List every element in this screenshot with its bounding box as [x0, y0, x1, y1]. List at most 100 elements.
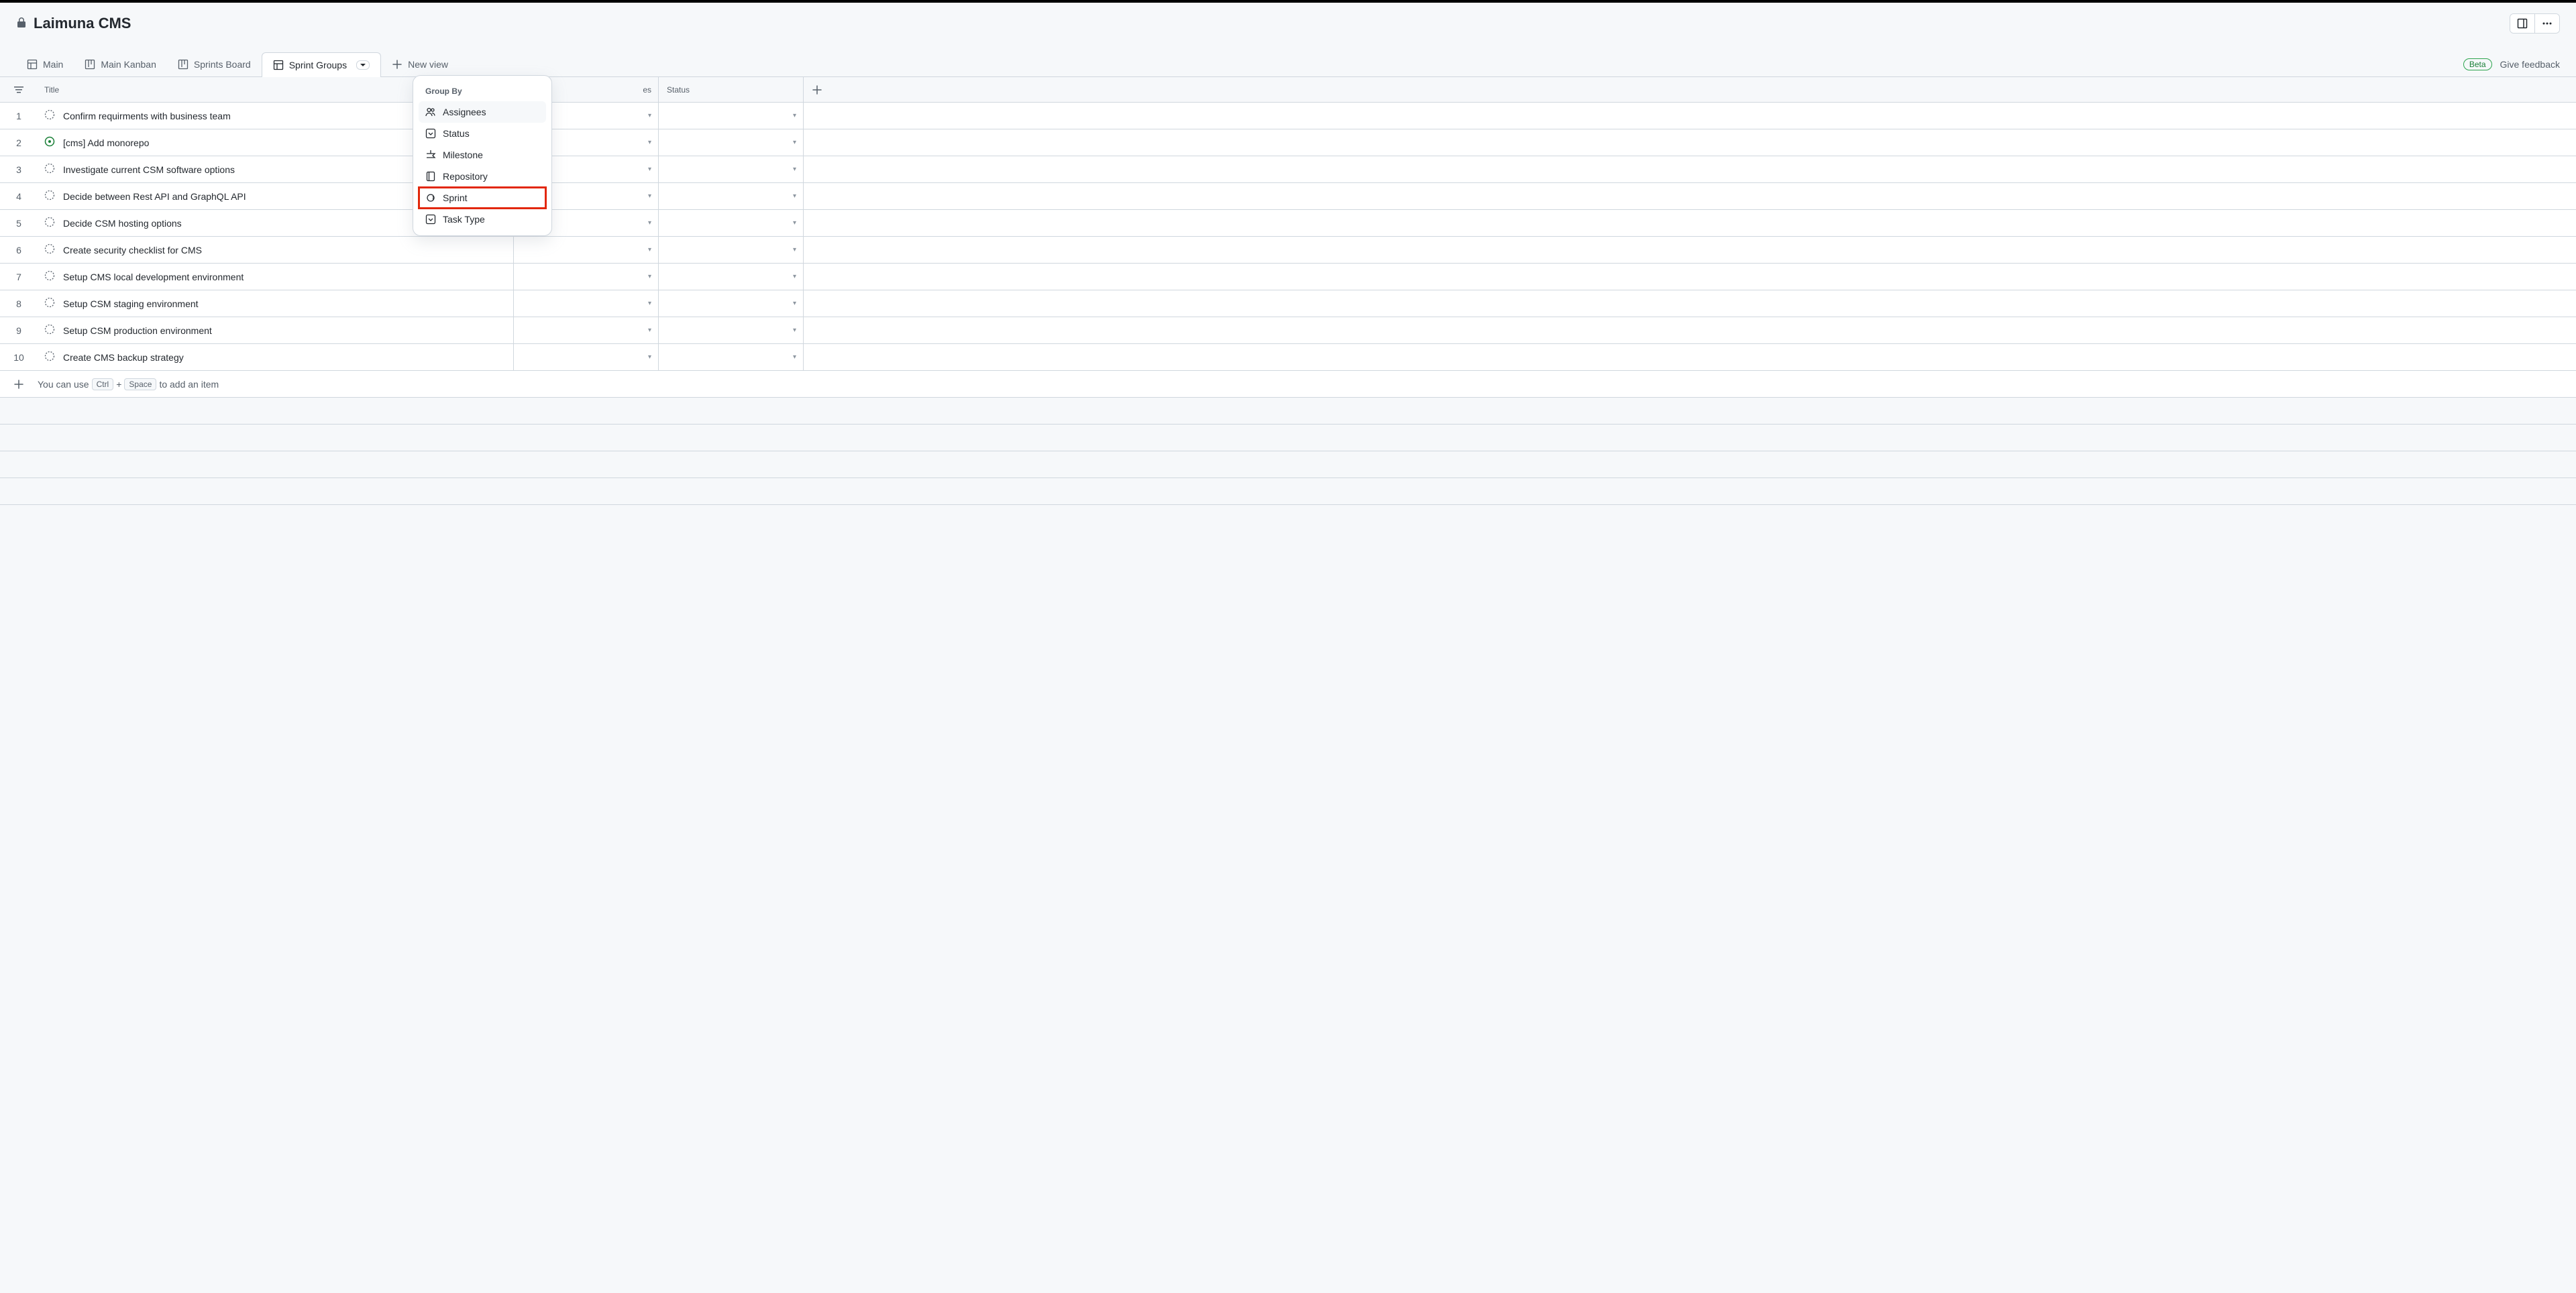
table: Title es Status 1Confirm requirments wit…	[0, 76, 2576, 398]
chevron-down-icon: ▾	[793, 192, 796, 200]
dropdown-item-label: Sprint	[443, 192, 468, 203]
draft-issue-icon	[44, 297, 55, 310]
table-row[interactable]: 4Decide between Rest API and GraphQL API…	[0, 183, 2576, 210]
draft-issue-icon	[44, 324, 55, 337]
row-title-text: Decide CSM hosting options	[63, 218, 182, 229]
row-number: 8	[0, 290, 38, 317]
more-button[interactable]	[2535, 14, 2559, 33]
chevron-down-icon: ▾	[793, 300, 796, 307]
row-number: 5	[0, 210, 38, 236]
row-status-cell[interactable]: ▾	[659, 183, 804, 209]
row-status-cell[interactable]: ▾	[659, 210, 804, 236]
tab-label: Main	[43, 59, 63, 70]
chevron-down-icon: ▾	[793, 273, 796, 280]
row-title-cell[interactable]: Create security checklist for CMS	[38, 237, 514, 263]
draft-issue-icon	[44, 163, 55, 176]
chevron-down-icon: ▾	[648, 112, 651, 119]
insights-button[interactable]	[2510, 14, 2535, 33]
row-title-text: Investigate current CSM software options	[63, 164, 235, 175]
table-row[interactable]: 10 Create CMS backup strategy ▾▾	[0, 344, 2576, 371]
table-row[interactable]: 9Setup CSM production environment ▾ ▾	[0, 317, 2576, 344]
column-header-status[interactable]: Status	[659, 77, 804, 102]
header-actions	[2510, 13, 2560, 34]
tab-main-kanban[interactable]: Main Kanban	[74, 52, 167, 76]
add-column-button[interactable]	[804, 77, 830, 102]
project-header: Laimuna CMS	[0, 3, 2576, 34]
row-title-text: Setup CSM staging environment	[63, 298, 199, 309]
column-header-label: es	[643, 85, 651, 95]
dropdown-header: Group By	[419, 81, 546, 101]
chevron-down-icon: ▾	[793, 112, 796, 119]
table-row[interactable]: 7Setup CMS local development environment…	[0, 264, 2576, 290]
chevron-down-icon: ▾	[648, 166, 651, 173]
row-status-cell[interactable]: ▾	[659, 156, 804, 182]
table-row[interactable]: 1Confirm requirments with business team▾…	[0, 103, 2576, 129]
row-title-text: Create CMS backup strategy	[63, 352, 184, 363]
row-number: 9	[0, 317, 38, 343]
row-status-cell[interactable]: ▾	[659, 129, 804, 156]
row-status-cell[interactable]: ▾	[659, 103, 804, 129]
group-by-dropdown: Group By Assignees Status Milestone Repo…	[413, 75, 552, 236]
table-row[interactable]: 3 Investigate current CSM software option…	[0, 156, 2576, 183]
empty-area	[0, 398, 2576, 505]
issue-open-icon	[44, 136, 55, 149]
chevron-down-icon: ▾	[648, 246, 651, 254]
draft-issue-icon	[44, 270, 55, 283]
chevron-down-icon: ▾	[793, 327, 796, 334]
row-number: 2	[0, 129, 38, 156]
add-item-row[interactable]: You can use Ctrl + Space to add an item	[0, 371, 2576, 398]
lock-icon	[16, 17, 27, 30]
table-row[interactable]: 2[cms] Add monorepo▾▾	[0, 129, 2576, 156]
tab-sprints-board[interactable]: Sprints Board	[167, 52, 262, 76]
row-status-cell[interactable]: ▾	[659, 344, 804, 370]
table-row[interactable]: 8 Setup CSM staging environment ▾ ▾	[0, 290, 2576, 317]
row-number: 10	[0, 344, 38, 370]
dropdown-item-label: Repository	[443, 171, 488, 182]
row-assignees-cell[interactable]: ▾	[514, 264, 659, 290]
row-number: 3	[0, 156, 38, 182]
group-by-assignees[interactable]: Assignees	[419, 101, 546, 123]
filter-button[interactable]	[0, 77, 38, 102]
group-by-task-type[interactable]: Task Type	[419, 209, 546, 230]
project-title: Laimuna CMS	[34, 15, 131, 32]
tab-dropdown-toggle[interactable]	[356, 60, 370, 70]
row-status-cell[interactable]: ▾	[659, 290, 804, 317]
row-title-text: Decide between Rest API and GraphQL API	[63, 191, 246, 202]
kbd-space: Space	[124, 378, 156, 390]
chevron-down-icon: ▾	[648, 219, 651, 227]
row-assignees-cell[interactable]: ▾	[514, 344, 659, 370]
row-title-text: Confirm requirments with business team	[63, 111, 231, 121]
row-status-cell[interactable]: ▾	[659, 237, 804, 263]
row-assignees-cell[interactable]: ▾	[514, 237, 659, 263]
draft-issue-icon	[44, 109, 55, 122]
tab-sprint-groups[interactable]: Sprint Groups	[262, 52, 381, 77]
chevron-down-icon: ▾	[648, 327, 651, 334]
row-status-cell[interactable]: ▾	[659, 264, 804, 290]
dropdown-item-label: Task Type	[443, 214, 485, 225]
add-row-suffix: to add an item	[159, 379, 219, 390]
row-title-cell[interactable]: Create CMS backup strategy	[38, 344, 514, 370]
dropdown-item-label: Milestone	[443, 150, 483, 160]
chevron-down-icon: ▾	[648, 273, 651, 280]
group-by-sprint[interactable]: Sprint	[418, 186, 547, 209]
group-by-repository[interactable]: Repository	[419, 166, 546, 187]
tab-main[interactable]: Main	[16, 52, 74, 76]
group-by-status[interactable]: Status	[419, 123, 546, 144]
row-status-cell[interactable]: ▾	[659, 317, 804, 343]
give-feedback-link[interactable]: Give feedback	[2500, 59, 2561, 70]
new-view-button[interactable]: New view	[381, 52, 459, 76]
row-title-cell[interactable]: Setup CSM production environment	[38, 317, 514, 343]
table-row[interactable]: 5 Decide CSM hosting options ▾ ▾	[0, 210, 2576, 237]
row-assignees-cell[interactable]: ▾	[514, 317, 659, 343]
row-title-cell[interactable]: Setup CMS local development environment	[38, 264, 514, 290]
table-row[interactable]: 6Create security checklist for CMS▾▾	[0, 237, 2576, 264]
group-by-milestone[interactable]: Milestone	[419, 144, 546, 166]
row-title-cell[interactable]: Setup CSM staging environment	[38, 290, 514, 317]
row-title-text: Create security checklist for CMS	[63, 245, 202, 256]
dropdown-item-label: Status	[443, 128, 470, 139]
row-assignees-cell[interactable]: ▾	[514, 290, 659, 317]
table-header-row: Title es Status	[0, 77, 2576, 103]
draft-issue-icon	[44, 217, 55, 229]
tab-label: Main Kanban	[101, 59, 156, 70]
row-number: 7	[0, 264, 38, 290]
